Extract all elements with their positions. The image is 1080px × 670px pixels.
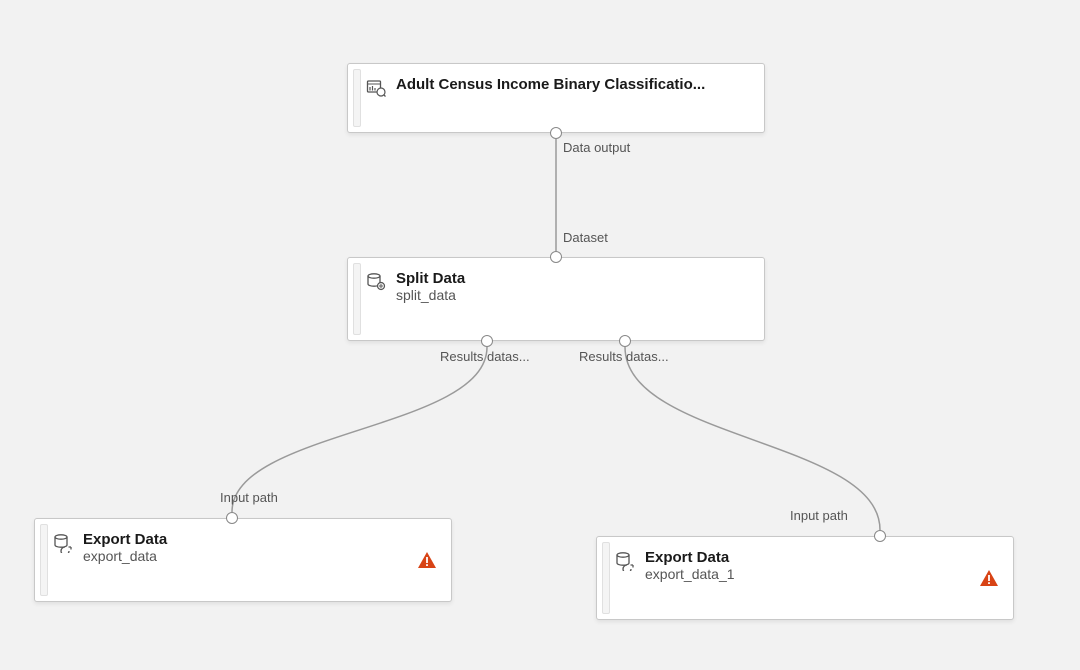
node-export-data-1[interactable]: Export Data export_data (34, 518, 452, 602)
edge-split-to-export1 (232, 347, 487, 512)
port-label-data-output: Data output (563, 140, 630, 155)
node-title: Split Data (396, 270, 752, 287)
node-subtitle: split_data (396, 287, 752, 303)
node-title: Export Data (645, 549, 1001, 566)
dataset-icon (366, 78, 386, 103)
port-split-input[interactable] (550, 251, 562, 263)
node-subtitle: export_data_1 (645, 566, 1001, 582)
drag-handle[interactable] (353, 69, 361, 127)
port-split-output-1[interactable] (481, 335, 493, 347)
warning-icon (979, 569, 999, 587)
drag-handle[interactable] (602, 542, 610, 614)
drag-handle[interactable] (40, 524, 48, 596)
node-title: Adult Census Income Binary Classificatio… (396, 76, 752, 93)
port-label-split-out1: Results datas... (440, 349, 530, 364)
drag-handle[interactable] (353, 263, 361, 335)
edge-split-to-export2 (625, 347, 880, 530)
node-export-data-2[interactable]: Export Data export_data_1 (596, 536, 1014, 620)
port-label-split-input: Dataset (563, 230, 608, 245)
port-label-export1-input: Input path (220, 490, 278, 505)
port-export2-input[interactable] (874, 530, 886, 542)
warning-icon (417, 551, 437, 569)
port-dataset-output[interactable] (550, 127, 562, 139)
node-dataset[interactable]: Adult Census Income Binary Classificatio… (347, 63, 765, 133)
database-gear-icon (366, 272, 386, 297)
port-label-split-out2: Results datas... (579, 349, 669, 364)
node-subtitle: export_data (83, 548, 439, 564)
pipeline-canvas[interactable]: Adult Census Income Binary Classificatio… (0, 0, 1080, 670)
port-export1-input[interactable] (226, 512, 238, 524)
node-title: Export Data (83, 531, 439, 548)
port-split-output-2[interactable] (619, 335, 631, 347)
node-split-data[interactable]: Split Data split_data (347, 257, 765, 341)
export-database-icon (615, 551, 635, 576)
export-database-icon (53, 533, 73, 558)
port-label-export2-input: Input path (790, 508, 848, 523)
